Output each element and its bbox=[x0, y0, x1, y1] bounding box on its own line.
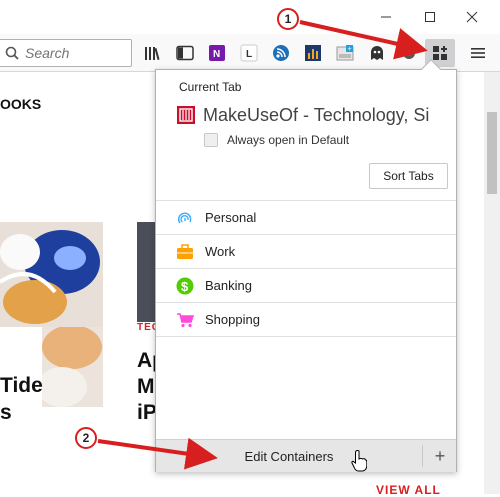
svg-text:$: $ bbox=[181, 279, 189, 294]
step-badge-1: 1 bbox=[277, 8, 299, 30]
ghost-icon bbox=[371, 46, 383, 60]
hamburger-menu-icon bbox=[471, 48, 485, 58]
stats-button[interactable] bbox=[301, 41, 325, 65]
sort-tabs-button[interactable]: Sort Tabs bbox=[369, 163, 448, 189]
minimize-icon bbox=[381, 16, 391, 18]
close-window-button[interactable] bbox=[452, 0, 492, 34]
container-label-shopping: Shopping bbox=[205, 312, 260, 327]
onenote-button[interactable]: N bbox=[205, 41, 229, 65]
search-icon bbox=[5, 46, 19, 60]
library-icon bbox=[145, 47, 160, 61]
title-bar bbox=[0, 0, 500, 34]
search-input[interactable]: Search bbox=[0, 39, 132, 67]
laundry-pod-detail-image bbox=[42, 327, 102, 407]
laundry-pod-image bbox=[0, 222, 103, 327]
left-article-title[interactable]: Tide s bbox=[0, 372, 43, 426]
screenshot-button[interactable]: + bbox=[333, 41, 357, 65]
lastpass-button[interactable]: L bbox=[237, 41, 261, 65]
edit-containers-button[interactable]: Edit Containers bbox=[156, 440, 422, 472]
feed-button[interactable] bbox=[269, 41, 293, 65]
current-tab-row: MakeUseOf - Technology, Si bbox=[177, 103, 453, 127]
maximize-icon bbox=[425, 12, 435, 22]
sidebar-button[interactable] bbox=[173, 41, 197, 65]
add-container-button[interactable]: + bbox=[423, 440, 457, 472]
dollar-icon: $ bbox=[175, 276, 195, 296]
maximize-button[interactable] bbox=[410, 0, 450, 34]
screenshot-icon: + bbox=[336, 45, 354, 61]
sidebar-icon bbox=[176, 45, 194, 61]
svg-text:N: N bbox=[213, 49, 220, 60]
bar-chart-icon bbox=[305, 45, 321, 61]
plus-icon: + bbox=[434, 445, 446, 466]
left-title-line-1: Tide bbox=[0, 374, 43, 397]
l-extension-icon: L bbox=[240, 44, 258, 62]
container-label-work: Work bbox=[205, 244, 236, 259]
step-badge-2: 2 bbox=[75, 427, 97, 449]
article-image-left-lower bbox=[42, 327, 103, 407]
ghostery-button[interactable] bbox=[365, 41, 389, 65]
puzzle-icon bbox=[403, 47, 415, 59]
svg-text:+: + bbox=[348, 46, 352, 53]
article-image-right[interactable] bbox=[137, 222, 157, 322]
always-open-label: Always open in Default bbox=[227, 133, 350, 147]
svg-text:L: L bbox=[246, 49, 252, 60]
container-item-shopping[interactable]: Shopping bbox=[156, 303, 456, 336]
article-image-left[interactable] bbox=[0, 222, 103, 327]
edit-containers-label: Edit Containers bbox=[244, 448, 334, 464]
separator bbox=[156, 336, 456, 337]
container-label-personal: Personal bbox=[205, 210, 257, 225]
feed-icon bbox=[273, 45, 289, 61]
cart-icon bbox=[175, 310, 195, 330]
menu-button[interactable] bbox=[466, 41, 490, 65]
search-placeholder: Search bbox=[25, 45, 70, 61]
onenote-icon: N bbox=[209, 45, 225, 61]
container-item-work[interactable]: Work bbox=[156, 235, 456, 268]
view-all-link[interactable]: VIEW ALL bbox=[376, 483, 441, 497]
left-title-line-2: s bbox=[0, 401, 12, 424]
hand-cursor-icon bbox=[351, 450, 367, 472]
close-icon bbox=[466, 11, 478, 23]
briefcase-icon bbox=[175, 242, 195, 262]
makeuseof-favicon-icon bbox=[177, 106, 195, 124]
always-open-checkbox[interactable] bbox=[204, 133, 218, 147]
current-tab-label: Current Tab bbox=[179, 80, 242, 94]
containers-icon bbox=[433, 46, 447, 60]
library-button[interactable] bbox=[141, 41, 165, 65]
container-item-personal[interactable]: Personal bbox=[156, 201, 456, 234]
section-heading-fragment: OOKS bbox=[0, 96, 42, 112]
current-tab-title: MakeUseOf - Technology, Si bbox=[203, 104, 430, 125]
containers-panel: Current Tab MakeUseOf - Technology, Si A… bbox=[155, 59, 457, 472]
fingerprint-icon bbox=[175, 208, 195, 228]
minimize-button[interactable] bbox=[366, 0, 406, 34]
panel-footer: Edit Containers + bbox=[156, 439, 456, 472]
container-item-banking[interactable]: $ Banking bbox=[156, 269, 456, 302]
scrollbar-thumb[interactable] bbox=[487, 112, 497, 194]
page-scrollbar[interactable] bbox=[484, 72, 500, 494]
container-label-banking: Banking bbox=[205, 278, 252, 293]
extension-button[interactable] bbox=[397, 41, 421, 65]
always-open-row: Always open in Default bbox=[204, 133, 349, 147]
